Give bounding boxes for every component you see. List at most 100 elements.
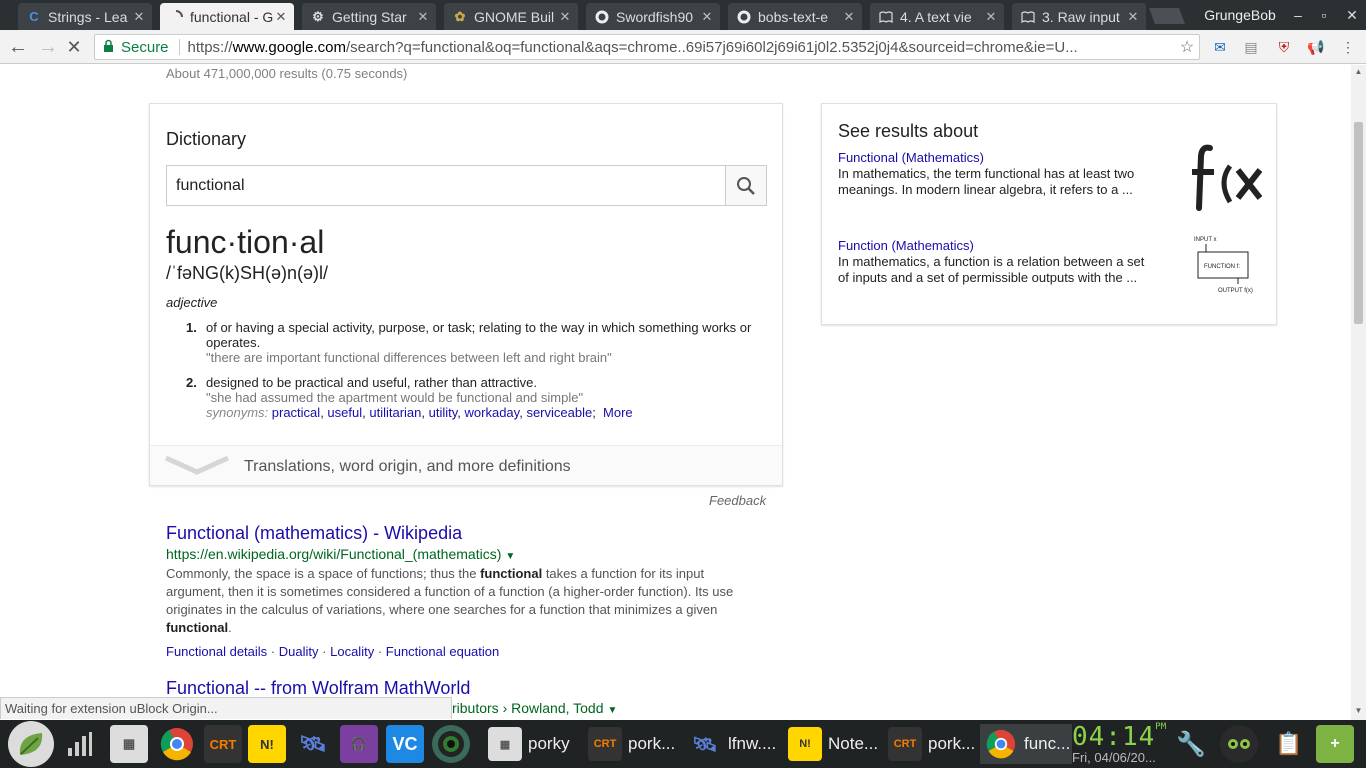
bookmark-star-icon[interactable]: ☆ <box>1175 37 1199 57</box>
system-monitor-icon[interactable] <box>60 725 98 763</box>
synonyms-label: synonyms: <box>206 405 269 420</box>
close-icon[interactable]: ✕ <box>842 9 856 25</box>
new-tab-button[interactable] <box>1149 8 1185 24</box>
battery-icon[interactable]: + <box>1316 725 1354 763</box>
tab-raw-input[interactable]: 3. Raw input ✕ <box>1012 3 1146 30</box>
sitelink[interactable]: Locality <box>330 644 374 659</box>
task-lfnw[interactable]: 🛰 lfnw.... <box>684 724 782 764</box>
satellite-icon[interactable]: 🛰 <box>294 725 332 763</box>
url-text[interactable]: https://www.google.com/search?q=function… <box>188 39 1175 56</box>
secure-label: Secure <box>121 38 169 56</box>
crt-terminal-icon[interactable]: CRT <box>204 725 242 763</box>
panel-item-functional: Functional (Mathematics) In mathematics,… <box>838 144 1263 211</box>
translations-expander[interactable]: Translations, word origin, and more defi… <box>150 445 782 485</box>
clock[interactable]: 04:14PM Fri, 04/06/20... <box>1072 722 1166 765</box>
close-icon[interactable]: ✕ <box>132 9 146 25</box>
task-porky-crt[interactable]: CRT pork... <box>584 724 682 764</box>
clipboard-icon[interactable]: 📋 <box>1270 725 1308 763</box>
camera-icon[interactable] <box>432 725 470 763</box>
tab-bobs-text-editor[interactable]: bobs-text-e ✕ <box>728 3 862 30</box>
task-porky-files[interactable]: ▦ porky <box>484 724 582 764</box>
chrome-icon[interactable] <box>158 725 196 763</box>
minimize-icon[interactable]: – <box>1284 0 1312 30</box>
sitelink[interactable]: Duality <box>279 644 319 659</box>
synonym-link[interactable]: workaday <box>465 405 520 420</box>
tab-title: bobs-text-e <box>758 8 829 25</box>
tab-text-view[interactable]: 4. A text vie ✕ <box>870 3 1004 30</box>
dictionary-search-value: functional <box>176 177 245 194</box>
fx-logo-image[interactable] <box>1188 142 1264 214</box>
dictionary-search-button[interactable] <box>725 166 766 205</box>
task-label: lfnw.... <box>728 734 777 753</box>
result-snippet: Commonly, the space is a space of functi… <box>166 565 746 637</box>
scroll-down-icon[interactable]: ▼ <box>1351 706 1366 718</box>
notes-icon[interactable]: N! <box>248 725 286 763</box>
search-result: Functional -- from Wolfram MathWorld <box>166 678 746 699</box>
tab-title: Swordfish90 <box>616 8 694 25</box>
tab-swordfish[interactable]: Swordfish90 ✕ <box>586 3 720 30</box>
back-icon[interactable]: ← <box>6 35 30 59</box>
close-icon[interactable]: ✕ <box>274 9 288 25</box>
wrench-icon[interactable]: 🔧 <box>1172 725 1210 763</box>
lock-icon <box>103 39 117 56</box>
forward-icon[interactable]: → <box>36 35 60 59</box>
definition-text: designed to be practical and useful, rat… <box>206 375 537 390</box>
see-results-about-panel: See results about Functional (Mathematic… <box>821 103 1277 325</box>
address-bar[interactable]: Secure https://www.google.com/search?q=f… <box>94 34 1200 60</box>
tab-gnome-builder[interactable]: ✿ GNOME Buil ✕ <box>444 3 578 30</box>
mail-extension-icon[interactable]: ✉ <box>1210 38 1230 56</box>
sitelink[interactable]: Functional equation <box>386 644 499 659</box>
result-title[interactable]: Functional (mathematics) - Wikipedia <box>166 523 746 544</box>
maximize-icon[interactable]: ▫ <box>1310 0 1338 30</box>
task-notes[interactable]: N! Note... <box>784 724 882 764</box>
feedback-link[interactable]: Feedback <box>709 493 766 508</box>
tab-strings[interactable]: C Strings - Lea ✕ <box>18 3 152 30</box>
close-icon[interactable]: ✕ <box>416 9 430 25</box>
caret-down-icon[interactable]: ▼ <box>607 705 617 716</box>
url-path: /search?q=functional&oq=functional&aqs=c… <box>345 38 1078 56</box>
owl-icon[interactable] <box>1220 725 1258 763</box>
task-porky-crt-2[interactable]: CRT pork... <box>884 724 982 764</box>
chrome-icon <box>984 727 1018 761</box>
scroll-up-icon[interactable]: ▲ <box>1351 67 1366 79</box>
synonyms-more-link[interactable]: More <box>603 405 633 420</box>
definition-example: "she had assumed the apartment would be … <box>206 390 584 405</box>
profile-name[interactable]: GrungeBob <box>1200 0 1280 30</box>
extension-icon[interactable]: ▤ <box>1241 38 1261 56</box>
stop-icon[interactable]: ✕ <box>62 35 86 59</box>
ublock-origin-icon[interactable]: ⛨ <box>1274 38 1294 56</box>
close-icon[interactable]: ✕ <box>984 9 998 25</box>
dictionary-search-input[interactable]: functional <box>166 165 767 206</box>
synonym-link[interactable]: useful <box>327 405 362 420</box>
caret-down-icon[interactable]: ▼ <box>505 551 515 562</box>
megaphone-icon[interactable]: 📢 <box>1306 38 1326 56</box>
menu-icon[interactable]: ⋮ <box>1338 38 1358 56</box>
synonym-link[interactable]: utility <box>429 405 458 420</box>
vscode-icon[interactable]: VC <box>386 725 424 763</box>
sitelink[interactable]: Functional details <box>166 644 267 659</box>
files-icon: ▦ <box>488 727 522 761</box>
loading-spinner-icon <box>168 9 184 25</box>
tab-getting-started[interactable]: ⚙ Getting Star ✕ <box>302 3 436 30</box>
result-title[interactable]: Functional -- from Wolfram MathWorld <box>166 678 746 699</box>
tab-title: GNOME Buil <box>474 8 555 25</box>
diagram-input-label: INPUT x <box>1194 237 1217 243</box>
function-diagram-image[interactable]: INPUT x FUNCTION f: OUTPUT f(x) <box>1188 230 1264 302</box>
synonym-link[interactable]: utilitarian <box>369 405 421 420</box>
close-icon[interactable]: ✕ <box>558 9 572 25</box>
task-label: Note... <box>828 734 879 753</box>
close-icon[interactable]: ✕ <box>700 9 714 25</box>
headphones-icon[interactable]: 🎧 <box>340 725 378 763</box>
synonym-link[interactable]: practical <box>272 405 320 420</box>
files-icon[interactable]: ▦ <box>110 725 148 763</box>
app-menu-leaf-icon[interactable] <box>8 721 54 767</box>
scrollbar-thumb[interactable] <box>1354 122 1363 324</box>
task-chrome-functional[interactable]: func... <box>980 724 1072 764</box>
crt-icon: CRT <box>588 727 622 761</box>
tab-functional[interactable]: functional - G ✕ <box>160 3 294 30</box>
tab-title: 3. Raw input <box>1042 8 1120 25</box>
close-icon[interactable]: ✕ <box>1126 9 1140 25</box>
close-window-icon[interactable]: ✕ <box>1338 0 1366 30</box>
synonym-link[interactable]: serviceable <box>526 405 592 420</box>
definition-2: 2. designed to be practical and useful, … <box>186 375 766 420</box>
